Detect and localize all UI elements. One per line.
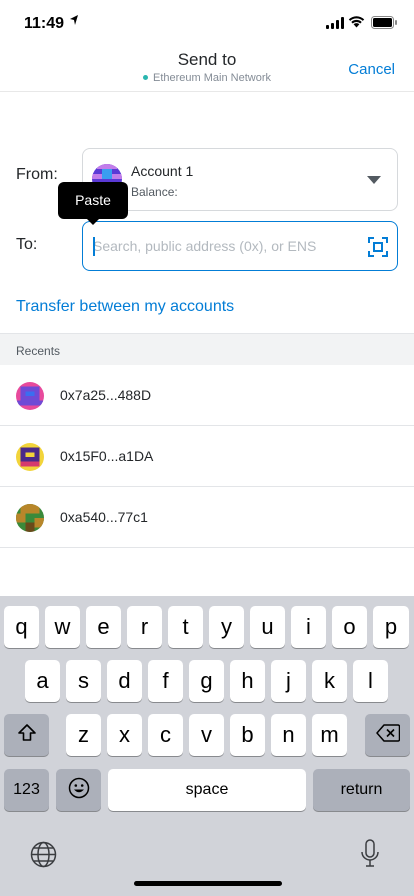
key-u[interactable]: u (250, 606, 285, 648)
status-time: 11:49 (24, 15, 65, 32)
network-name: Ethereum Main Network (153, 72, 271, 84)
home-indicator (134, 881, 282, 886)
tooltip-pointer (86, 218, 100, 225)
recent-address: 0xa540...77c1 (60, 509, 148, 525)
key-r[interactable]: r (127, 606, 162, 648)
key-n[interactable]: n (271, 714, 306, 756)
numbers-key[interactable]: 123 (4, 769, 49, 811)
key-v[interactable]: v (189, 714, 224, 756)
recent-avatar (16, 504, 44, 532)
key-e[interactable]: e (86, 606, 121, 648)
key-x[interactable]: x (107, 714, 142, 756)
recent-address: 0x7a25...488D (60, 387, 152, 403)
cellular-signal-icon (326, 17, 344, 29)
location-arrow-icon (70, 15, 78, 25)
recent-item[interactable]: 0x15F0...a1DA (0, 426, 414, 487)
recent-address: 0x15F0...a1DA (60, 448, 154, 464)
key-o[interactable]: o (332, 606, 367, 648)
emoji-key[interactable] (56, 769, 101, 811)
emoji-icon (68, 777, 89, 799)
key-k[interactable]: k (312, 660, 347, 702)
text-cursor (93, 237, 95, 256)
status-bar: 11:49 (0, 0, 414, 44)
recent-item[interactable]: 0x7a25...488D (0, 365, 414, 426)
account-name: Account 1 (131, 163, 194, 179)
key-s[interactable]: s (66, 660, 101, 702)
key-b[interactable]: b (230, 714, 265, 756)
backspace-key[interactable] (365, 714, 410, 756)
key-z[interactable]: z (66, 714, 101, 756)
from-account-selector[interactable]: Account 1 Balance: (82, 148, 398, 211)
backspace-icon (375, 724, 400, 742)
network-status-dot (143, 75, 148, 80)
chevron-down-icon[interactable] (367, 176, 381, 184)
nav-header: Send to Ethereum Main Network Cancel (0, 44, 414, 92)
space-key[interactable]: space (108, 769, 306, 811)
shift-icon (17, 724, 36, 741)
paste-tooltip[interactable]: Paste (58, 182, 128, 219)
recent-avatar (16, 443, 44, 471)
key-f[interactable]: f (148, 660, 183, 702)
key-j[interactable]: j (271, 660, 306, 702)
key-t[interactable]: t (168, 606, 203, 648)
key-l[interactable]: l (353, 660, 388, 702)
to-address-field[interactable] (82, 221, 398, 271)
key-a[interactable]: a (25, 660, 60, 702)
recents-header: Recents (0, 333, 414, 365)
to-label: To: (16, 236, 38, 253)
globe-icon[interactable] (30, 841, 57, 868)
key-c[interactable]: c (148, 714, 183, 756)
key-p[interactable]: p (373, 606, 409, 648)
return-key[interactable]: return (313, 769, 410, 811)
key-y[interactable]: y (209, 606, 244, 648)
key-g[interactable]: g (189, 660, 224, 702)
key-q[interactable]: q (4, 606, 39, 648)
qr-scan-icon[interactable] (368, 237, 388, 257)
wifi-icon (348, 16, 365, 28)
recent-avatar (16, 382, 44, 410)
key-h[interactable]: h (230, 660, 265, 702)
key-i[interactable]: i (291, 606, 326, 648)
ios-keyboard: q w e r t y u i o p a s d f g h j k l z … (0, 596, 414, 896)
recents-title: Recents (16, 344, 61, 358)
from-label: From: (16, 166, 58, 183)
battery-icon (371, 16, 397, 29)
address-search-input[interactable] (93, 234, 358, 258)
recent-item[interactable]: 0xa540...77c1 (0, 487, 414, 548)
cancel-button[interactable]: Cancel (348, 61, 395, 78)
key-w[interactable]: w (45, 606, 80, 648)
shift-key[interactable] (4, 714, 49, 756)
balance-label: Balance: (131, 185, 178, 199)
transfer-between-accounts-link[interactable]: Transfer between my accounts (16, 298, 234, 316)
key-d[interactable]: d (107, 660, 142, 702)
microphone-icon[interactable] (360, 839, 380, 869)
key-m[interactable]: m (312, 714, 347, 756)
